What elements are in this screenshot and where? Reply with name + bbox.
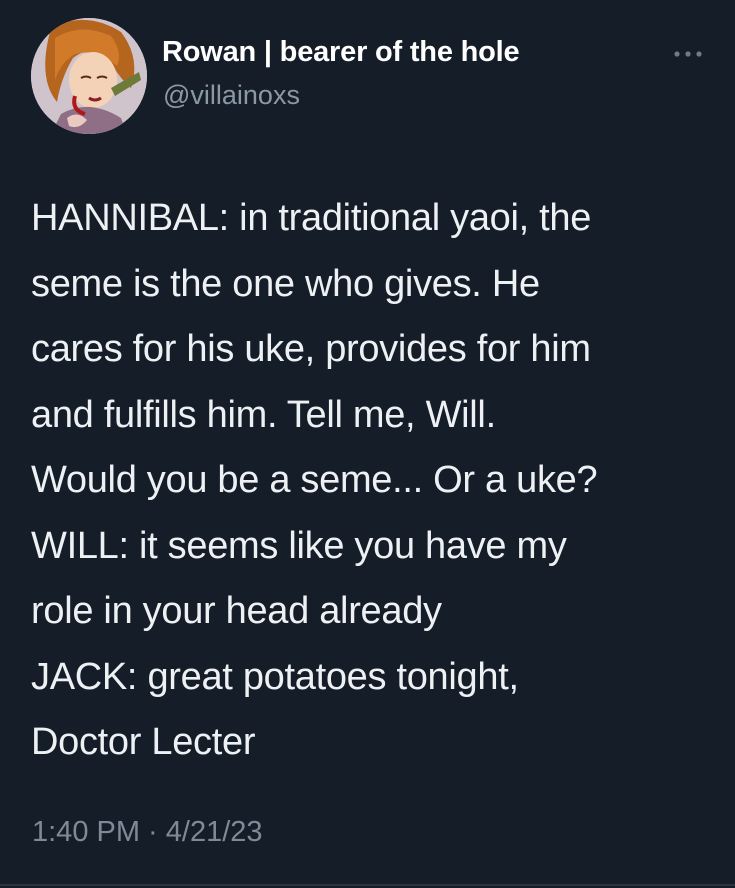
tweet-text-line: role in your head already	[31, 590, 442, 632]
tweet-text-line: Doctor Lecter	[31, 721, 256, 763]
more-options-button[interactable]	[668, 42, 708, 66]
tweet-text-line: Would you be a seme... Or a uke?	[31, 459, 598, 501]
user-handle[interactable]: @villainoxs	[163, 80, 300, 111]
divider	[0, 884, 735, 886]
tweet-text-line: WILL: it seems like you have my	[31, 524, 567, 567]
tweet-text-line: HANNIBAL: in traditional yaoi, the	[31, 197, 592, 239]
tweet-text-line: cares for his uke, provides for him	[31, 328, 591, 370]
tweet-card: Rowan | bearer of the hole @villainoxs H…	[0, 0, 735, 888]
tweet-text: HANNIBAL: in traditional yaoi, the seme …	[31, 186, 711, 776]
more-horizontal-icon	[674, 51, 702, 57]
profile-avatar-illustration	[31, 18, 147, 134]
avatar[interactable]	[31, 18, 147, 134]
tweet-timestamp[interactable]: 1:40 PM · 4/21/23	[32, 816, 263, 849]
tweet-text-line: JACK: great potatoes tonight,	[31, 655, 519, 698]
tweet-text-line: seme is the one who gives. He	[31, 262, 540, 305]
display-name[interactable]: Rowan | bearer of the hole	[162, 36, 520, 69]
tweet-text-line: and fulfills him. Tell me, Will.	[31, 393, 496, 436]
